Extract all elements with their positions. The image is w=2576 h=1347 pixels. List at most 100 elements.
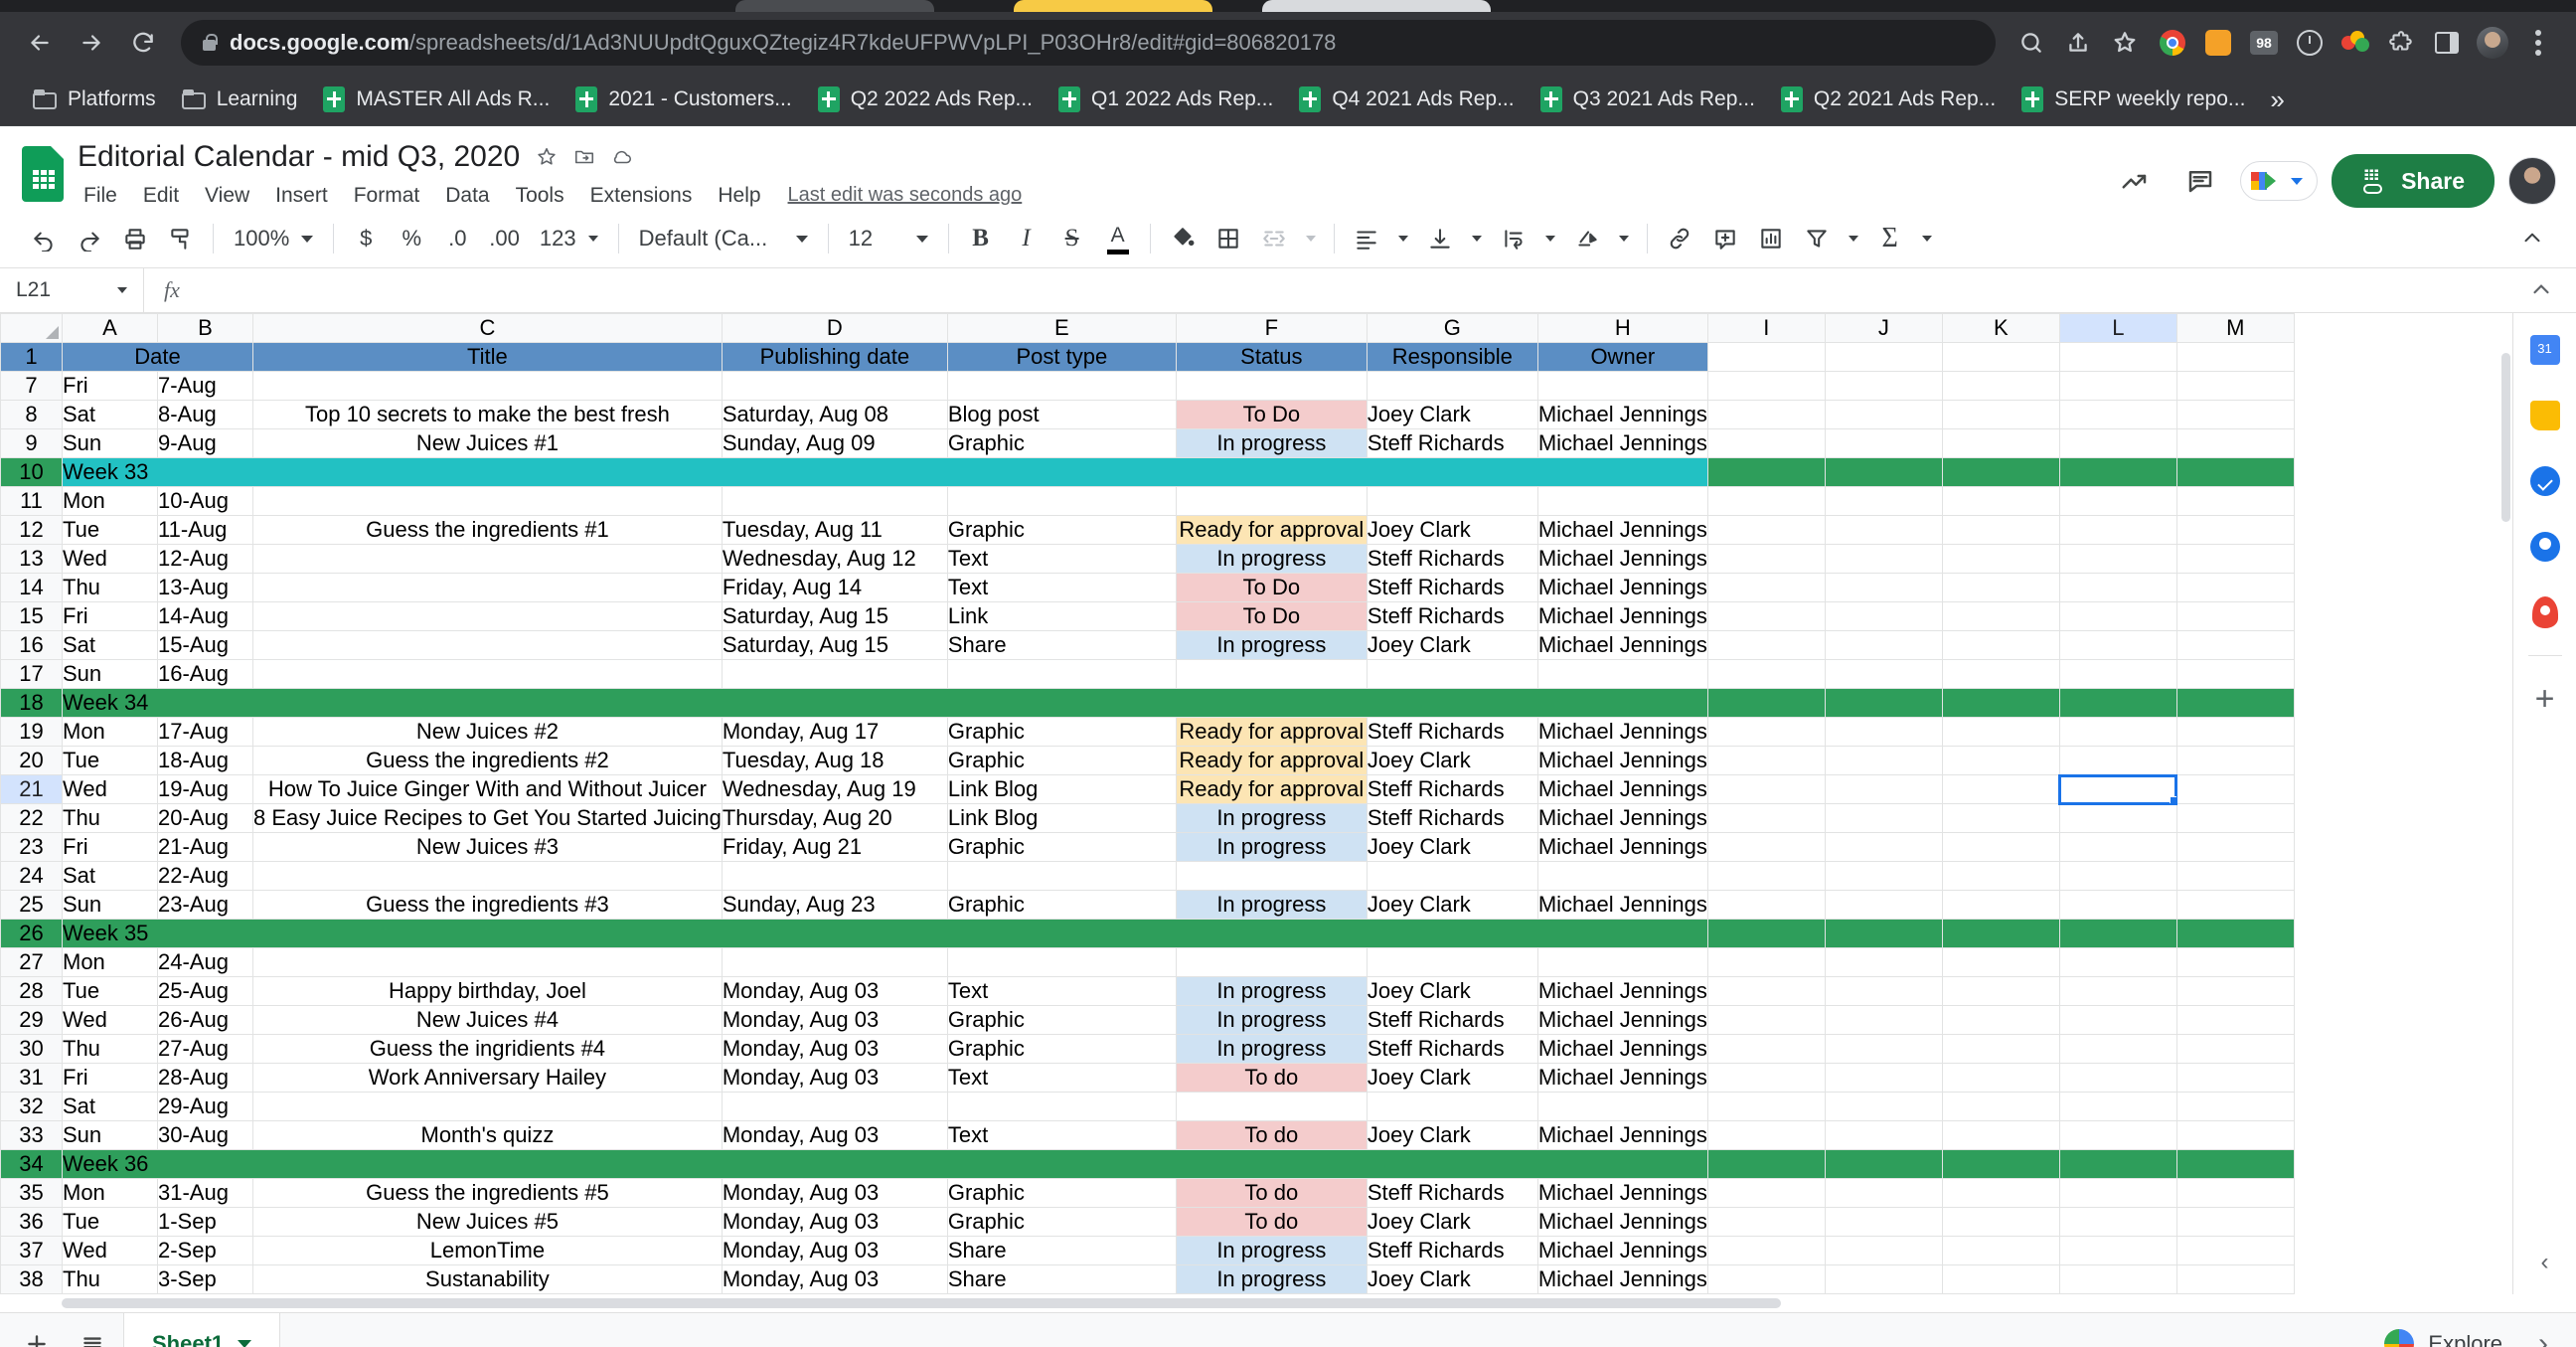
cell-M25[interactable]: [2175, 890, 2295, 920]
cell-I15[interactable]: [1706, 601, 1826, 631]
cell-f23[interactable]: In progress: [1175, 832, 1368, 862]
cell-K20[interactable]: [1941, 746, 2060, 775]
cell-I37[interactable]: [1706, 1236, 1826, 1265]
menu-tools[interactable]: Tools: [503, 180, 577, 212]
cell-g25[interactable]: Joey Clark: [1366, 890, 1538, 920]
cell-K35[interactable]: [1941, 1178, 2060, 1208]
cell-a27[interactable]: Mon: [62, 947, 158, 977]
cell-b29[interactable]: 26-Aug: [157, 1005, 253, 1035]
cell-c32[interactable]: [252, 1092, 723, 1121]
row-number[interactable]: 13: [0, 544, 63, 574]
cell-e32[interactable]: [946, 1092, 1177, 1121]
cell-h29[interactable]: Michael Jennings: [1536, 1005, 1708, 1035]
row-number[interactable]: 20: [0, 746, 63, 775]
back-button[interactable]: [16, 19, 64, 67]
collapse-formula-bar-icon[interactable]: [2506, 277, 2576, 303]
contacts-icon[interactable]: [2522, 524, 2568, 570]
wrap-dropdown-icon[interactable]: [1537, 217, 1563, 260]
search-icon[interactable]: [2010, 21, 2053, 65]
functions-icon[interactable]: Σ: [1868, 217, 1912, 260]
cell-L33[interactable]: [2058, 1120, 2177, 1150]
insert-link-icon[interactable]: [1658, 217, 1701, 260]
cell-K37[interactable]: [1941, 1236, 2060, 1265]
cell-c22[interactable]: 8 Easy Juice Recipes to Get You Started …: [252, 803, 723, 833]
add-on-plus-icon[interactable]: +: [2522, 676, 2568, 722]
column-header-b[interactable]: B: [157, 313, 253, 343]
cell-M27[interactable]: [2175, 947, 2295, 977]
cell-I35[interactable]: [1706, 1178, 1826, 1208]
cell-L29[interactable]: [2058, 1005, 2177, 1035]
bold-button[interactable]: B: [959, 217, 1003, 260]
cell-d27[interactable]: [721, 947, 948, 977]
cell-c28[interactable]: Happy birthday, Joel: [252, 976, 723, 1006]
row-number[interactable]: 11: [0, 486, 63, 516]
cell-e36[interactable]: Graphic: [946, 1207, 1177, 1237]
cell-c35[interactable]: Guess the ingredients #5: [252, 1178, 723, 1208]
address-bar[interactable]: docs.google.com/spreadsheets/d/1Ad3NUUpd…: [181, 20, 1996, 66]
column-header-j[interactable]: J: [1824, 313, 1943, 343]
row-number[interactable]: 24: [0, 861, 63, 891]
column-header-g[interactable]: G: [1366, 313, 1538, 343]
week-label[interactable]: Week 34: [62, 688, 1708, 718]
cell-b28[interactable]: 25-Aug: [157, 976, 253, 1006]
empty-cell[interactable]: [1706, 919, 1826, 948]
cell-c7[interactable]: [252, 371, 723, 401]
cell-b32[interactable]: 29-Aug: [157, 1092, 253, 1121]
cell-b27[interactable]: 24-Aug: [157, 947, 253, 977]
cell-b19[interactable]: 17-Aug: [157, 717, 253, 747]
cell-K33[interactable]: [1941, 1120, 2060, 1150]
cell-K32[interactable]: [1941, 1092, 2060, 1121]
collapse-toolbar-icon[interactable]: [2510, 217, 2554, 260]
row-number[interactable]: 8: [0, 400, 63, 429]
cell-c38[interactable]: Sustanability: [252, 1264, 723, 1294]
cell-b17[interactable]: 16-Aug: [157, 659, 253, 689]
cell-h8[interactable]: Michael Jennings: [1536, 400, 1708, 429]
functions-dropdown-icon[interactable]: [1914, 217, 1940, 260]
cell-h27[interactable]: [1536, 947, 1708, 977]
cell-M28[interactable]: [2175, 976, 2295, 1006]
percent-format-button[interactable]: %: [390, 217, 433, 260]
sheet-tab-sheet1[interactable]: Sheet1: [123, 1312, 281, 1347]
empty-cell[interactable]: [2058, 919, 2177, 948]
cell-h22[interactable]: Michael Jennings: [1536, 803, 1708, 833]
cell-d7[interactable]: [721, 371, 948, 401]
cell-K24[interactable]: [1941, 861, 2060, 891]
cell-e8[interactable]: Blog post: [946, 400, 1177, 429]
cell-h30[interactable]: Michael Jennings: [1536, 1034, 1708, 1064]
cell-L38[interactable]: [2058, 1264, 2177, 1294]
cell-h31[interactable]: Michael Jennings: [1536, 1063, 1708, 1093]
empty-cell[interactable]: [1824, 457, 1943, 487]
cell-c13[interactable]: [252, 544, 723, 574]
spreadsheet-grid[interactable]: A B C D E F G H I J K L M 1Date Title Pu…: [0, 313, 2512, 1294]
column-header-m[interactable]: M: [2175, 313, 2295, 343]
cell-e29[interactable]: Graphic: [946, 1005, 1177, 1035]
cell-L24[interactable]: [2058, 861, 2177, 891]
row-number[interactable]: 32: [0, 1092, 63, 1121]
paint-format-icon[interactable]: [159, 217, 203, 260]
number-format-selector[interactable]: 123: [530, 217, 608, 260]
cell-g20[interactable]: Joey Clark: [1366, 746, 1538, 775]
cell-g30[interactable]: Steff Richards: [1366, 1034, 1538, 1064]
cell-J38[interactable]: [1824, 1264, 1943, 1294]
cell-a7[interactable]: Fri: [62, 371, 158, 401]
cell-e31[interactable]: Text: [946, 1063, 1177, 1093]
header-cell-e[interactable]: Post type: [946, 342, 1177, 372]
cell-L9[interactable]: [2058, 428, 2177, 458]
people-icon[interactable]: [2334, 21, 2377, 65]
row-number[interactable]: 38: [0, 1264, 63, 1294]
cell-K19[interactable]: [1941, 717, 2060, 747]
puzzle-extensions-icon[interactable]: [2379, 21, 2423, 65]
cell-c20[interactable]: Guess the ingredients #2: [252, 746, 723, 775]
cell-b9[interactable]: 9-Aug: [157, 428, 253, 458]
header-cell-f[interactable]: Status: [1175, 342, 1368, 372]
cell-d28[interactable]: Monday, Aug 03: [721, 976, 948, 1006]
cell-a30[interactable]: Thu: [62, 1034, 158, 1064]
cell-M31[interactable]: [2175, 1063, 2295, 1093]
cell-a13[interactable]: Wed: [62, 544, 158, 574]
cell-M17[interactable]: [2175, 659, 2295, 689]
share-icon[interactable]: [2056, 21, 2100, 65]
menu-file[interactable]: File: [78, 180, 130, 212]
cell-f19[interactable]: Ready for approval: [1175, 717, 1368, 747]
menu-view[interactable]: View: [192, 180, 262, 212]
cell-g15[interactable]: Steff Richards: [1366, 601, 1538, 631]
